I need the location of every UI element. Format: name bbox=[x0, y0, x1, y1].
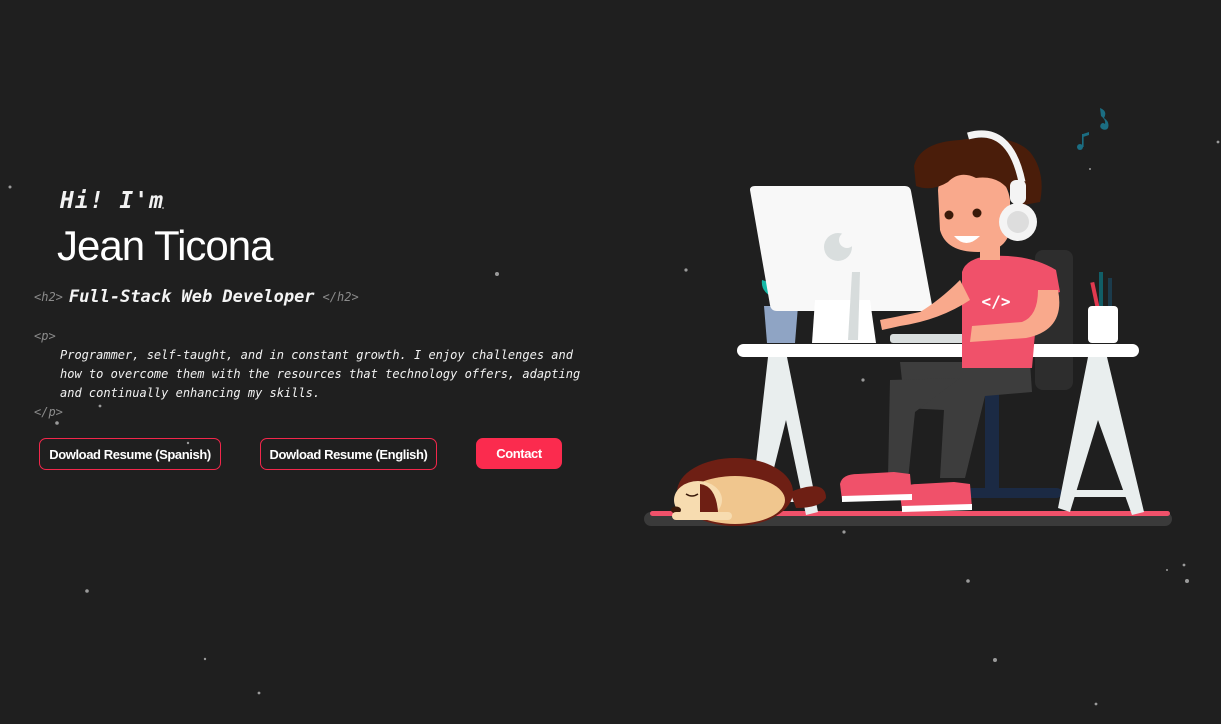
pencil-cup bbox=[1088, 272, 1118, 343]
download-resume-english-button[interactable]: Dowload Resume (English) bbox=[260, 438, 437, 470]
shirt-code-label: </> bbox=[982, 292, 1011, 311]
developer-at-desk-illustration: </> bbox=[644, 108, 1172, 526]
contact-button[interactable]: Contact bbox=[476, 438, 562, 469]
hero-section: Hi! I'm Jean Ticona <h2> Full-Stack Web … bbox=[0, 0, 620, 724]
music-notes-icon bbox=[1077, 108, 1109, 150]
developer-name: Jean Ticona bbox=[57, 222, 273, 269]
bio-paragraph: Programmer, self-taught, and in constant… bbox=[60, 348, 581, 400]
role-tagline: <h2> Full-Stack Web Developer </h2> bbox=[34, 287, 359, 307]
p-close-tag: </p> bbox=[34, 405, 63, 419]
greeting: Hi! I'm bbox=[60, 188, 164, 214]
h2-open-tag: <h2> bbox=[34, 290, 63, 304]
role-title: Full-Stack Web Developer bbox=[68, 287, 315, 307]
download-resume-spanish-button[interactable]: Dowload Resume (Spanish) bbox=[39, 438, 221, 470]
h2-close-tag: </h2> bbox=[322, 290, 359, 304]
p-open-tag: <p> bbox=[34, 329, 56, 343]
